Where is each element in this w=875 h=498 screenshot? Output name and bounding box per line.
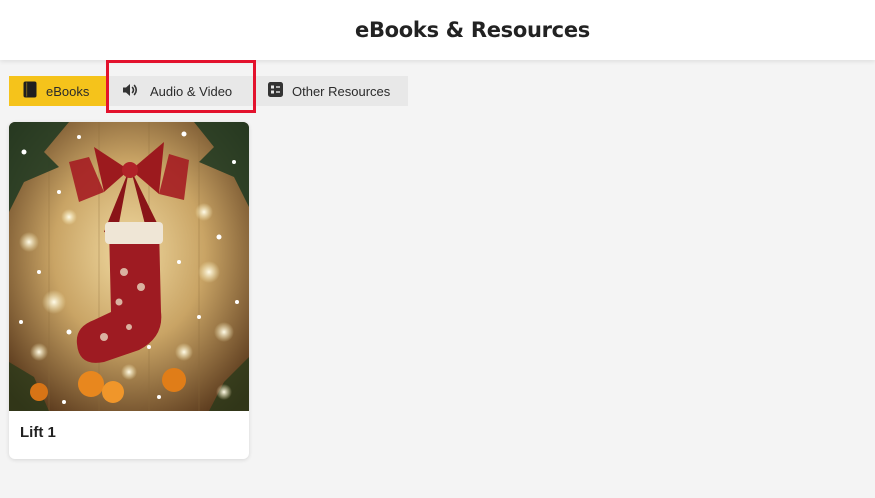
resource-card[interactable]: Lift 1 xyxy=(9,122,249,459)
tab-ebooks-label: eBooks xyxy=(46,83,90,99)
card-title: Lift 1 xyxy=(20,424,56,441)
tab-ebooks[interactable]: eBooks xyxy=(9,76,106,106)
tab-audio-video-label: Audio & Video xyxy=(150,83,233,99)
page-header: eBooks & Resources xyxy=(0,0,875,60)
tab-other-resources[interactable]: Other Resources xyxy=(256,76,408,106)
book-icon xyxy=(23,81,37,101)
resources-icon xyxy=(268,82,283,100)
resource-tabs: eBooks Audio & Video Other Resources xyxy=(9,76,408,106)
card-cover-image xyxy=(9,122,249,411)
tab-other-resources-label: Other Resources xyxy=(292,83,391,99)
page-title: eBooks & Resources xyxy=(355,18,590,42)
tab-audio-video[interactable]: Audio & Video xyxy=(106,76,256,106)
speaker-icon xyxy=(122,83,140,100)
